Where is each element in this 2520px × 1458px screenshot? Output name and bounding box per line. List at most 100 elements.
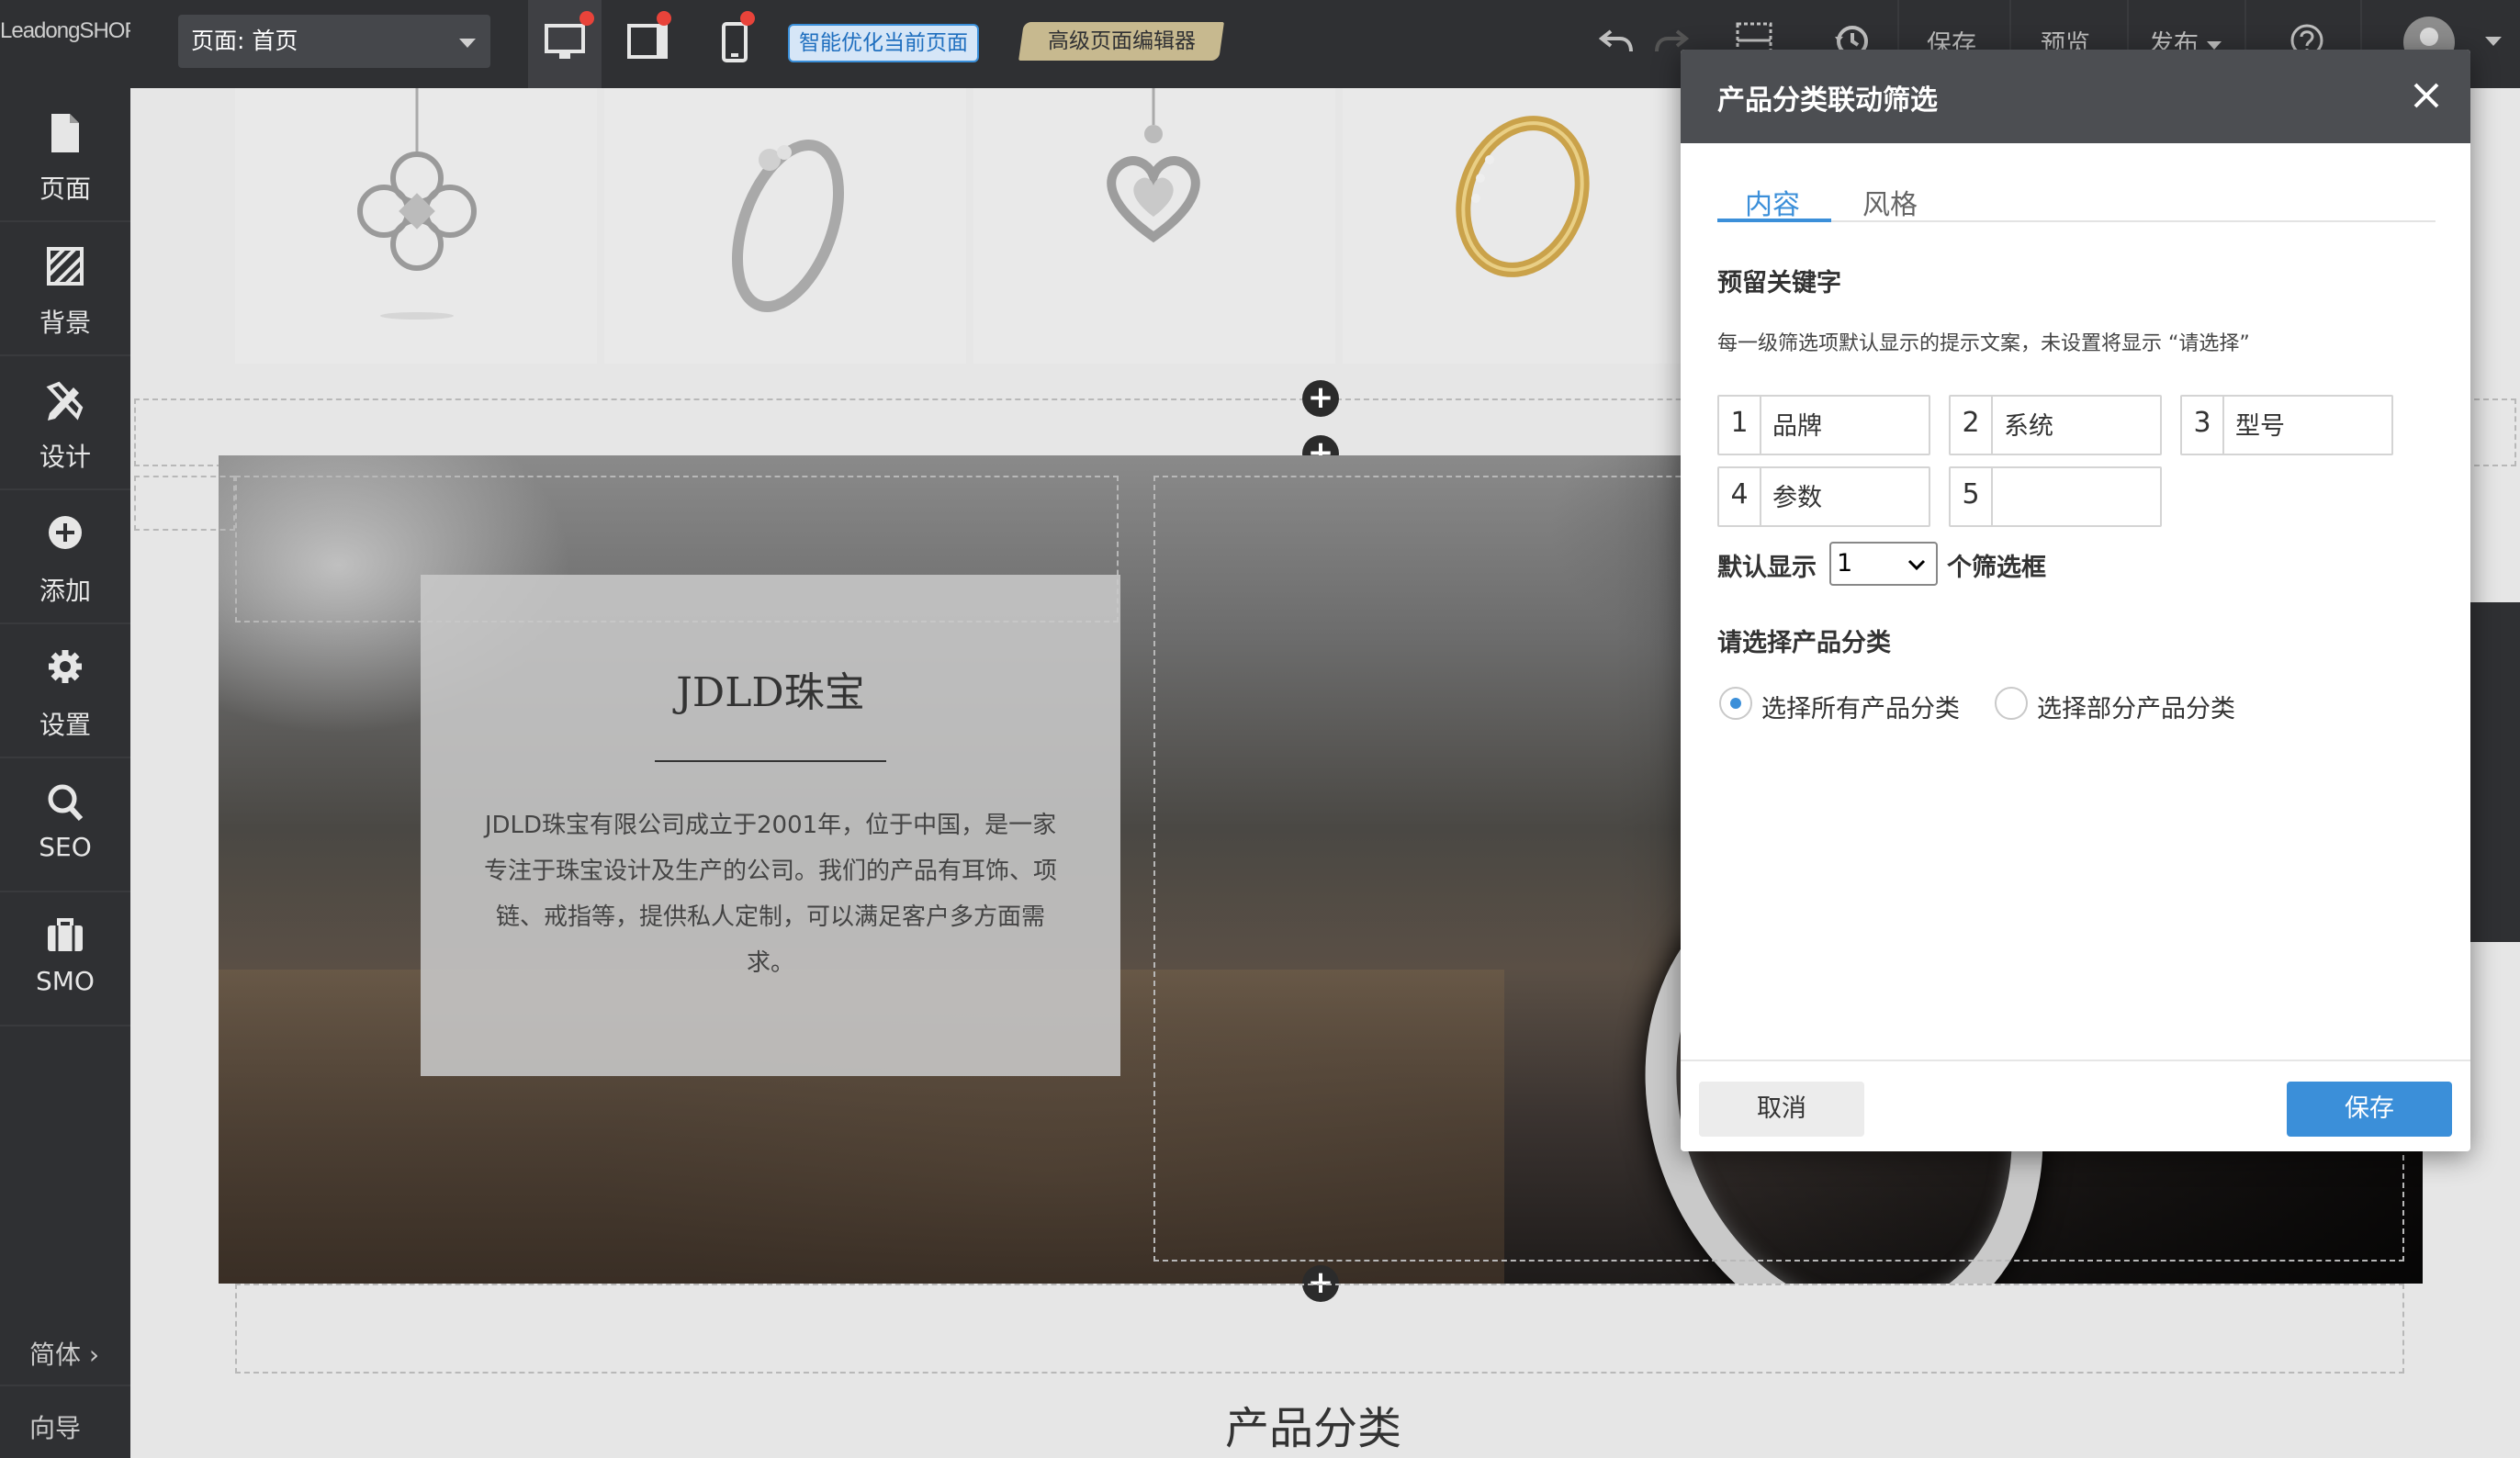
keyword-field-2[interactable]: 2 系统 xyxy=(1949,395,2162,455)
guide-link[interactable]: 向导 xyxy=(29,1408,81,1445)
dialog-tabs: 内容 风格 xyxy=(1717,182,2436,222)
keyword-value: 品牌 xyxy=(1772,412,1822,441)
briefcase-icon xyxy=(48,918,83,951)
page-selector-dropdown[interactable]: 页面: 首页 xyxy=(178,15,490,68)
gear-icon xyxy=(49,650,82,683)
save-button[interactable]: 保存 xyxy=(2287,1082,2452,1137)
desktop-icon xyxy=(545,24,585,59)
ring-image xyxy=(732,140,844,312)
dialog-header: 产品分类联动筛选 xyxy=(1681,50,2470,143)
design-tools-icon xyxy=(46,381,84,421)
keyword-index: 2 xyxy=(1951,397,1993,454)
product-card[interactable] xyxy=(235,88,597,364)
product-card[interactable] xyxy=(973,88,1335,364)
cancel-button[interactable]: 取消 xyxy=(1699,1082,1864,1137)
default-count-label: 默认显示 xyxy=(1717,554,1817,582)
undo-icon[interactable] xyxy=(1598,22,1635,59)
pendant-image xyxy=(357,88,477,320)
radio-unselected-icon xyxy=(1995,687,2028,720)
about-title: JDLD珠宝 xyxy=(676,669,865,716)
tab-label: 内容 xyxy=(1745,189,1800,221)
keyword-heading: 预留关键字 xyxy=(1717,269,1841,297)
desktop-view-button[interactable] xyxy=(528,0,602,88)
tab-style[interactable]: 风格 xyxy=(1862,182,1918,222)
left-sidebar: 页面 背景 设计 添加 设置 SEO SMO 简体 › 向导 xyxy=(0,88,130,1458)
keyword-field-5[interactable]: 5 xyxy=(1949,466,2162,527)
dialog-title: 产品分类联动筛选 xyxy=(1717,84,1938,117)
search-icon xyxy=(48,784,84,822)
mobile-icon xyxy=(722,22,748,62)
sidebar-item-smo[interactable]: SMO xyxy=(0,892,130,1026)
keyword-value: 型号 xyxy=(2235,412,2285,441)
keyword-hint: 每一级筛选项默认显示的提示文案，未设置将显示 “请选择” xyxy=(1717,332,2250,355)
gold-ring-image xyxy=(1456,116,1590,277)
sidebar-item-label: 页面 xyxy=(39,174,91,204)
tablet-view-button[interactable] xyxy=(611,0,684,88)
chevron-down-icon xyxy=(1907,559,1926,571)
tablet-icon xyxy=(627,24,668,59)
radio-label: 选择部分产品分类 xyxy=(2037,695,2235,723)
smart-optimize-button[interactable]: 智能优化当前页面 xyxy=(788,24,979,62)
dialog-footer: 取消 保存 xyxy=(1681,1060,2470,1151)
about-text-box[interactable]: JDLD珠宝 JDLD珠宝有限公司成立于2001年，位于中国，是一家专注于珠宝设… xyxy=(421,575,1120,1076)
keyword-index: 1 xyxy=(1719,397,1761,454)
background-icon xyxy=(47,247,84,286)
advanced-editor-label: 高级页面编辑器 xyxy=(1047,29,1196,53)
sidebar-item-seo[interactable]: SEO xyxy=(0,758,130,892)
sidebar-item-label: SEO xyxy=(39,832,92,862)
radio-selected-icon xyxy=(1719,687,1752,720)
add-section-button[interactable]: + xyxy=(1302,380,1339,417)
sidebar-item-page[interactable]: 页面 xyxy=(0,88,130,222)
page-selector-label: 页面: 首页 xyxy=(191,28,298,54)
sidebar-item-background[interactable]: 背景 xyxy=(0,222,130,356)
default-count-suffix: 个筛选框 xyxy=(1947,554,2046,582)
language-switch[interactable]: 简体 › xyxy=(29,1335,99,1372)
logo: LeadongSHOP xyxy=(0,18,130,43)
mobile-view-button[interactable] xyxy=(698,0,771,88)
tab-label: 风格 xyxy=(1862,189,1918,221)
sidebar-item-add[interactable]: 添加 xyxy=(0,490,130,624)
keyword-field-1[interactable]: 1 品牌 xyxy=(1717,395,1930,455)
advanced-editor-button[interactable]: 高级页面编辑器 xyxy=(1018,22,1224,61)
chevron-down-icon xyxy=(459,39,476,48)
keyword-index: 5 xyxy=(1951,468,1993,525)
category-section-title: 产品分类 xyxy=(1225,1403,1402,1454)
sidebar-item-design[interactable]: 设计 xyxy=(0,356,130,490)
radio-label: 选择所有产品分类 xyxy=(1761,695,1960,723)
product-card[interactable] xyxy=(604,88,966,364)
about-description: JDLD珠宝有限公司成立于2001年，位于中国，是一家专注于珠宝设计及生产的公司… xyxy=(483,812,1057,977)
sidebar-item-label: 设置 xyxy=(39,710,91,740)
sidebar-item-label: 背景 xyxy=(39,308,91,338)
notification-dot xyxy=(657,11,671,26)
active-tab-indicator xyxy=(1717,219,1831,222)
notification-dot xyxy=(579,11,594,26)
chevron-down-icon xyxy=(2206,41,2222,50)
page-icon xyxy=(51,114,79,152)
keyword-value: 参数 xyxy=(1772,484,1822,512)
keyword-value: 系统 xyxy=(2004,412,2053,441)
module-outline xyxy=(134,476,235,531)
close-icon[interactable] xyxy=(2410,79,2443,112)
side-tool-strip[interactable] xyxy=(2469,602,2520,942)
sidebar-item-label: 设计 xyxy=(39,442,91,472)
default-count-select[interactable]: 1 xyxy=(1829,542,1938,586)
keyword-field-3[interactable]: 3 型号 xyxy=(2180,395,2393,455)
section-outline xyxy=(235,1284,2404,1374)
sidebar-divider xyxy=(0,1385,130,1386)
sidebar-item-settings[interactable]: 设置 xyxy=(0,624,130,758)
heart-pendant-image xyxy=(1107,88,1200,243)
default-count-value: 1 xyxy=(1837,549,1853,578)
keyword-index: 4 xyxy=(1719,468,1761,525)
product-card[interactable] xyxy=(1343,88,1704,364)
sidebar-item-label: 添加 xyxy=(39,576,91,606)
category-filter-dialog: 产品分类联动筛选 内容 风格 预留关键字 每一级筛选项默认显示的提示文案，未设置… xyxy=(1681,50,2470,1151)
notification-dot xyxy=(740,11,755,26)
add-circle-icon xyxy=(49,516,82,549)
chevron-down-icon[interactable] xyxy=(2485,37,2502,46)
keyword-field-4[interactable]: 4 参数 xyxy=(1717,466,1930,527)
keyword-index: 3 xyxy=(2182,397,2224,454)
category-heading: 请选择产品分类 xyxy=(1717,629,1891,657)
sidebar-item-label: SMO xyxy=(36,966,95,996)
tab-content[interactable]: 内容 xyxy=(1745,182,1800,222)
about-divider xyxy=(655,760,886,762)
